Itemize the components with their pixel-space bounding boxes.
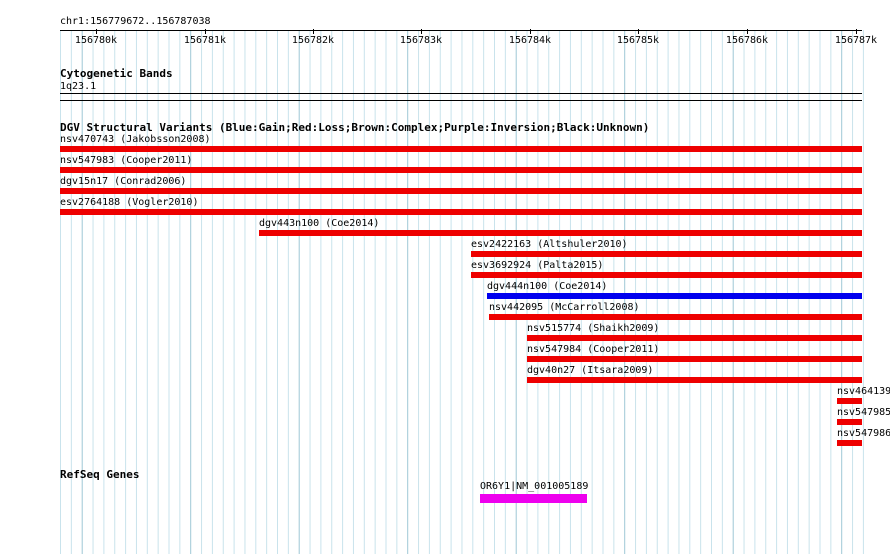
dgv-variant-bar[interactable] bbox=[259, 230, 862, 236]
dgv-variant-label[interactable]: dgv15n17 (Conrad2006) bbox=[60, 176, 186, 187]
ruler-tick-label: 156781k bbox=[183, 35, 227, 46]
dgv-variant-label[interactable]: nsv515774 (Shaikh2009) bbox=[527, 323, 659, 334]
dgv-variant-label[interactable]: dgv444n100 (Coe2014) bbox=[487, 281, 607, 292]
dgv-variant-bar[interactable] bbox=[837, 419, 862, 425]
dgv-variant-bar[interactable] bbox=[837, 398, 862, 404]
ruler-tick bbox=[96, 29, 97, 34]
cytobands-title: Cytogenetic Bands bbox=[60, 67, 173, 80]
dgv-variant-label[interactable]: nsv547986 bbox=[837, 428, 890, 439]
refseq-gene-label[interactable]: OR6Y1|NM_001005189 bbox=[480, 481, 588, 492]
ruler-tick-label: 156787k bbox=[834, 35, 878, 46]
ruler-tick-label: 156785k bbox=[616, 35, 660, 46]
ruler-tick bbox=[530, 29, 531, 34]
ruler-tick bbox=[205, 29, 206, 34]
ruler-tick bbox=[747, 29, 748, 34]
dgv-variant-bar[interactable] bbox=[471, 251, 862, 257]
ruler-tick-label: 156784k bbox=[508, 35, 552, 46]
dgv-variant-label[interactable]: dgv443n100 (Coe2014) bbox=[259, 218, 379, 229]
ruler-axis bbox=[60, 30, 862, 31]
dgv-variant-bar[interactable] bbox=[487, 293, 862, 299]
cytoband-label: 1q23.1 bbox=[60, 81, 97, 92]
ruler-tick bbox=[856, 29, 857, 34]
ruler-tick bbox=[638, 29, 639, 34]
ruler-tick-label: 156783k bbox=[399, 35, 443, 46]
ruler-tick bbox=[313, 29, 314, 34]
dgv-variant-bar[interactable] bbox=[60, 209, 862, 215]
dgv-variant-label[interactable]: esv2764188 (Vogler2010) bbox=[60, 197, 198, 208]
ruler-tick-label: 156780k bbox=[74, 35, 118, 46]
ruler-tick bbox=[421, 29, 422, 34]
dgv-variant-label[interactable]: esv3692924 (Palta2015) bbox=[471, 260, 603, 271]
dgv-variant-label[interactable]: nsv470743 (Jakobsson2008) bbox=[60, 134, 211, 145]
dgv-variant-bar[interactable] bbox=[471, 272, 862, 278]
dgv-variant-bar[interactable] bbox=[489, 314, 862, 320]
dgv-variant-bar[interactable] bbox=[527, 335, 862, 341]
dgv-variant-bar[interactable] bbox=[527, 377, 862, 383]
cytoband-line-bottom bbox=[60, 100, 862, 101]
dgv-variant-bar[interactable] bbox=[60, 167, 862, 173]
dgv-variant-label[interactable]: nsv547983 (Cooper2011) bbox=[60, 155, 192, 166]
locus-label: chr1:156779672..156787038 bbox=[60, 16, 211, 27]
dgv-variant-bar[interactable] bbox=[60, 146, 862, 152]
dgv-variant-label[interactable]: esv2422163 (Altshuler2010) bbox=[471, 239, 628, 250]
dgv-variant-label[interactable]: nsv547985 bbox=[837, 407, 890, 418]
dgv-variant-label[interactable]: nsv547984 (Cooper2011) bbox=[527, 344, 659, 355]
dgv-variant-bar[interactable] bbox=[60, 188, 862, 194]
dgv-variant-label[interactable]: nsv442095 (McCarroll2008) bbox=[489, 302, 640, 313]
ruler-tick-label: 156786k bbox=[725, 35, 769, 46]
dgv-variant-bar[interactable] bbox=[527, 356, 862, 362]
refseq-gene-bar[interactable] bbox=[480, 494, 587, 503]
dgv-variant-label[interactable]: nsv464139 bbox=[837, 386, 890, 397]
ruler-tick-label: 156782k bbox=[291, 35, 335, 46]
dgv-variant-label[interactable]: dgv40n27 (Itsara2009) bbox=[527, 365, 653, 376]
dgv-track-title: DGV Structural Variants (Blue:Gain;Red:L… bbox=[60, 121, 650, 134]
cytoband-line-top bbox=[60, 93, 862, 94]
refseq-track-title: RefSeq Genes bbox=[60, 468, 140, 481]
dgv-variant-bar[interactable] bbox=[837, 440, 862, 446]
